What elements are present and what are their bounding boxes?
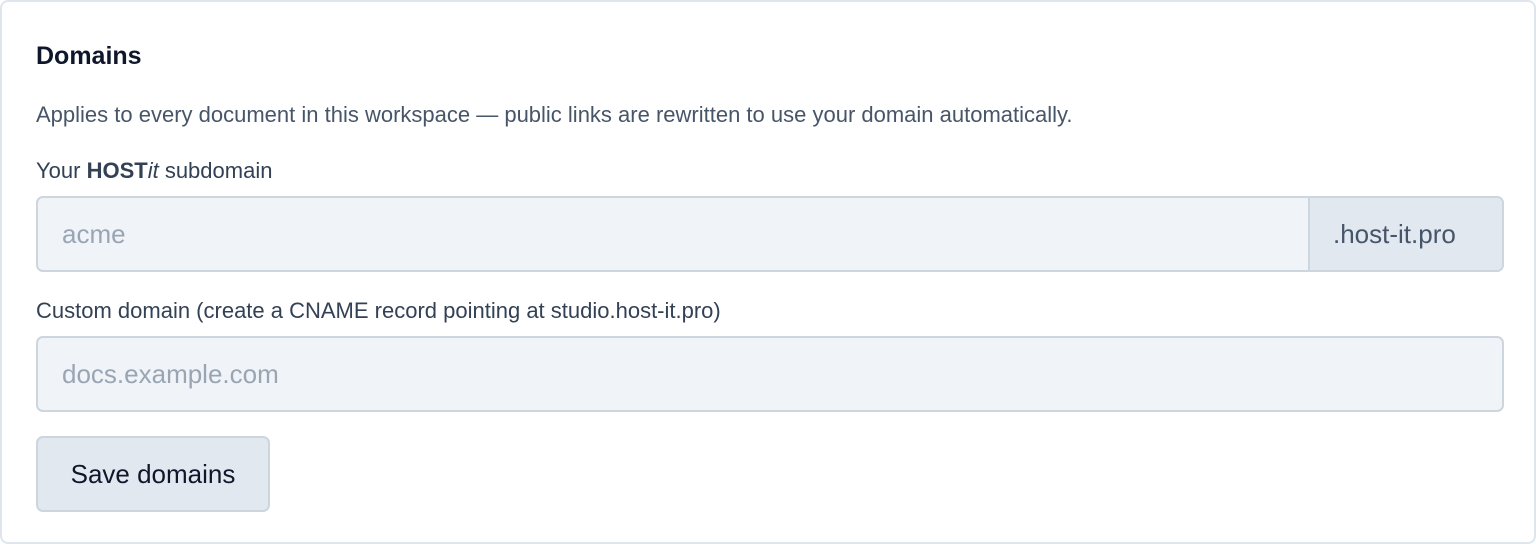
subdomain-label-suffix: subdomain [158, 158, 273, 183]
custom-domain-label: Custom domain (create a CNAME record poi… [36, 298, 721, 323]
brand-name-italic: it [147, 158, 159, 183]
section-title: Domains [36, 42, 142, 70]
subdomain-suffix: .host-it.pro [1308, 198, 1502, 270]
brand-name-bold: HOST [86, 158, 148, 183]
subdomain-label-prefix: Your [36, 158, 87, 183]
domains-card: Domains Applies to every document in thi… [0, 0, 1536, 544]
save-domains-button[interactable]: Save domains [36, 436, 270, 512]
custom-domain-input[interactable] [36, 336, 1504, 412]
section-description: Applies to every document in this worksp… [36, 102, 1073, 127]
subdomain-label: Your HOSTit subdomain [36, 157, 272, 185]
subdomain-input-group: .host-it.pro [36, 196, 1504, 272]
subdomain-input[interactable] [38, 198, 1308, 270]
